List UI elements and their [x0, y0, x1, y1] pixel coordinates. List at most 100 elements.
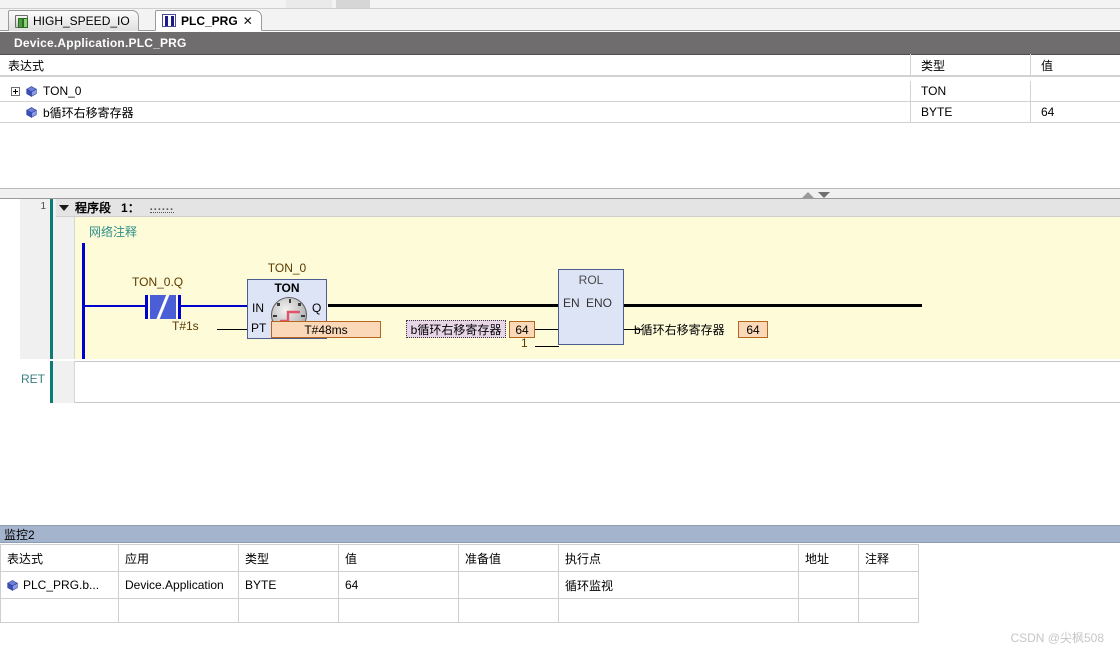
declaration-header-row: 表达式 类型 值 — [0, 54, 1120, 76]
tab-high-speed-io[interactable]: HIGH_SPEED_IO — [8, 10, 139, 31]
power-line — [328, 304, 558, 307]
monitor-cell-expression: PLC_PRG.b... — [0, 571, 119, 599]
monitor-header-row: 表达式 应用 类型 值 准备值 执行点 地址 注释 — [0, 544, 1120, 572]
device-icon — [15, 14, 28, 28]
negation-slash-icon — [150, 295, 176, 319]
monitor-cell-type — [238, 598, 339, 623]
breadcrumb: Device.Application.PLC_PRG — [0, 32, 1120, 55]
network-comment[interactable]: 网络注释 — [89, 223, 137, 240]
watermark: CSDN @尖枫508 — [1010, 631, 1104, 645]
table-row[interactable]: TON_0 TON — [0, 80, 1120, 102]
ton-pin-pt: PT — [251, 321, 267, 335]
rol-n-operand[interactable]: 1 — [521, 336, 528, 350]
declaration-cell-expression: b循环右移寄存器 — [0, 102, 910, 123]
monitor-header-type[interactable]: 类型 — [238, 544, 339, 572]
monitor-cell-type: BYTE — [238, 571, 339, 599]
monitor-cell-comment — [858, 598, 919, 623]
network-title-label: 程序段 — [75, 201, 112, 215]
table-row[interactable] — [0, 598, 1120, 623]
declaration-cell-value — [1030, 80, 1120, 102]
monitor-header-filler — [918, 544, 1120, 572]
monitor-header-execution-point[interactable]: 执行点 — [558, 544, 799, 572]
negated-contact[interactable] — [145, 295, 181, 319]
ton-pt-operand[interactable]: T#1s — [172, 319, 199, 333]
tab-label: HIGH_SPEED_IO — [33, 14, 130, 28]
monitor-cell-execution-point: 循环监视 — [558, 571, 799, 599]
tab-label: PLC_PRG — [181, 13, 238, 28]
rung-segment — [178, 305, 248, 307]
monitor-cell-filler — [919, 599, 1120, 623]
declaration-cell-value: 64 — [1030, 101, 1120, 123]
collapse-down-icon[interactable] — [818, 192, 830, 198]
network-1: 1 程序段 1： ...... 网络注释 TON_0.Q T#1s TON_0 … — [0, 199, 1120, 359]
variable-icon — [7, 580, 18, 591]
monitor-cell-prepared-value[interactable] — [458, 571, 559, 599]
ton-pin-in: IN — [252, 301, 264, 315]
monitor-cell-execution-point — [558, 598, 799, 623]
variable-icon — [26, 85, 37, 97]
rol-n-lead — [535, 346, 559, 347]
editor-tab-strip: HIGH_SPEED_IO PLC_PRG ✕ — [0, 9, 1120, 31]
monitor-header-address[interactable]: 地址 — [798, 544, 859, 572]
declaration-header-expression[interactable]: 表达式 — [0, 54, 910, 76]
declaration-header-value[interactable]: 值 — [1030, 54, 1120, 76]
network-canvas[interactable]: 网络注释 TON_0.Q T#1s TON_0 TON IN PT Q T#48… — [75, 217, 1120, 359]
declaration-cell-type: TON — [910, 80, 1030, 102]
expand-icon[interactable] — [11, 86, 20, 96]
monitor-header-comment[interactable]: 注释 — [858, 544, 919, 572]
variable-name: TON_0 — [43, 84, 82, 98]
program-icon — [162, 14, 176, 27]
power-rail-left — [82, 243, 85, 359]
tab-plc-prg[interactable]: PLC_PRG ✕ — [155, 10, 262, 31]
monitor-header-value[interactable]: 值 — [338, 544, 459, 572]
declaration-header-type[interactable]: 类型 — [910, 54, 1030, 76]
network-number: 1 — [20, 199, 50, 359]
ton-et-value-box[interactable]: T#48ms — [271, 321, 381, 338]
contact-bar-left — [145, 295, 148, 319]
contact-body — [150, 295, 176, 319]
monitor-cell-value: 64 — [338, 571, 459, 599]
monitor-cell-application — [118, 598, 239, 623]
monitor-header-prepared-value[interactable]: 准备值 — [458, 544, 559, 572]
monitor-cell-filler — [919, 572, 1120, 599]
network-canvas-ret[interactable] — [75, 361, 1120, 403]
monitor-cell-address — [798, 571, 859, 599]
network-gutter — [53, 361, 75, 403]
network-ret: RET — [0, 361, 1120, 403]
table-row[interactable]: PLC_PRG.b... Device.Application BYTE 64 … — [0, 571, 1120, 599]
monitor-panel-title[interactable]: 监控2 — [0, 526, 1120, 543]
collapse-up-icon[interactable] — [802, 192, 814, 198]
toolbar-remnant-chunk — [286, 0, 332, 8]
monitor-cell-value — [338, 598, 459, 623]
monitor-header-application[interactable]: 应用 — [118, 544, 239, 572]
ton-instance-label[interactable]: TON_0 — [247, 261, 327, 275]
divider — [0, 76, 1120, 77]
toolbar-remnant — [0, 0, 1120, 9]
table-row[interactable]: b循环右移寄存器 BYTE 64 — [0, 101, 1120, 123]
variable-icon — [26, 106, 37, 118]
monitor-cell-address — [798, 598, 859, 623]
panel-splitter[interactable] — [0, 188, 1120, 199]
rol-pin-eno: ENO — [586, 296, 613, 310]
monitor-cell-expression[interactable] — [0, 598, 119, 623]
rung-segment — [84, 305, 146, 307]
ladder-editor: 1 程序段 1： ...... 网络注释 TON_0.Q T#1s TON_0 … — [0, 199, 1120, 525]
monitor-expression-text: PLC_PRG.b... — [23, 578, 100, 592]
rol-pin-en: EN — [563, 296, 580, 310]
ton-block-title: TON — [274, 281, 300, 295]
chevron-down-icon[interactable] — [59, 204, 69, 211]
monitor-header-expression[interactable]: 表达式 — [0, 544, 119, 572]
ret-label: RET — [21, 372, 45, 386]
rol-in-operand-selected[interactable]: b循环右移寄存器 — [406, 320, 506, 338]
power-line — [624, 304, 922, 307]
network-title-bar[interactable]: 程序段 1： ...... — [56, 199, 1120, 217]
contact-label[interactable]: TON_0.Q — [132, 275, 183, 289]
network-title-placeholder[interactable]: ...... — [149, 201, 175, 213]
rol-out-value-box[interactable]: 64 — [738, 321, 768, 338]
close-icon[interactable]: ✕ — [243, 15, 253, 27]
declaration-cell-expression: TON_0 — [0, 81, 910, 102]
network-number-label: 1： — [121, 201, 140, 215]
rol-out-operand[interactable]: b循环右移寄存器 — [634, 321, 725, 338]
contact-bar-right — [178, 295, 181, 319]
monitor-table: 表达式 应用 类型 值 准备值 执行点 地址 注释 PLC_PRG.b... D… — [0, 544, 1120, 623]
